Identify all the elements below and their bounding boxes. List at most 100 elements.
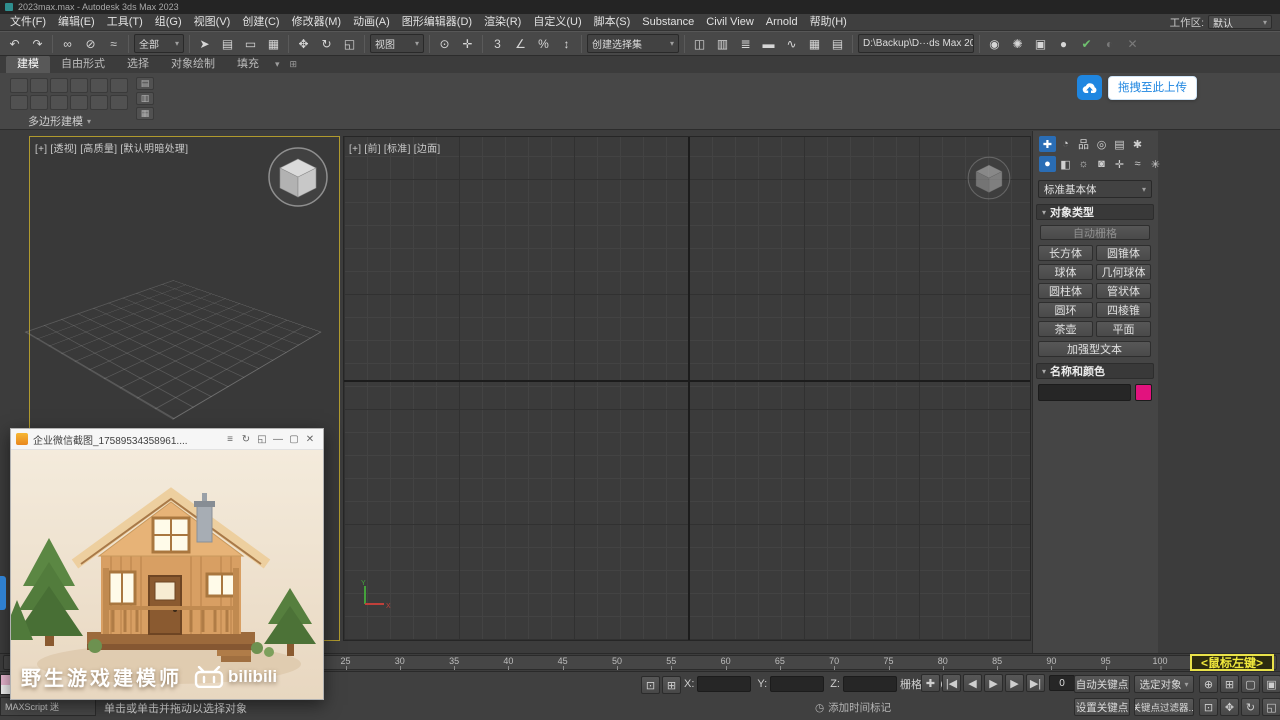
maximize-viewport-icon[interactable]: ◱ <box>1262 698 1280 716</box>
ribbon-tool-slot[interactable] <box>70 78 88 93</box>
set-key-button[interactable]: 设置关键点 <box>1074 698 1130 716</box>
window-crossing-icon[interactable]: ▦ <box>263 34 284 54</box>
toggle-ribbon-icon[interactable]: ▬ <box>758 34 779 54</box>
zoom-extents-all-icon[interactable]: ▣ <box>1262 675 1280 693</box>
ribbon-collapse-icon[interactable]: ▾ <box>270 56 285 73</box>
render-production-icon[interactable]: ● <box>1053 34 1074 54</box>
ribbon-tab[interactable]: 对象绘制 <box>160 56 226 73</box>
align-icon[interactable]: ▥ <box>712 34 733 54</box>
ribbon-tool-slot[interactable] <box>10 95 28 110</box>
select-and-rotate-icon[interactable]: ↻ <box>316 34 337 54</box>
curve-editor-icon[interactable]: ∿ <box>781 34 802 54</box>
expand-icon[interactable]: ◱ <box>254 431 270 447</box>
object-type-button[interactable]: 圆柱体 <box>1038 283 1093 299</box>
render-iterative-icon[interactable]: ◐ <box>1099 34 1120 54</box>
time-tag[interactable]: ◷ 添加时间标记 <box>815 700 891 715</box>
ribbon-tab[interactable]: 自由形式 <box>50 56 116 73</box>
go-to-end-button[interactable]: ▶| <box>1026 674 1045 692</box>
helpers-category-icon[interactable]: ✛ <box>1111 156 1128 172</box>
ribbon-side-button[interactable]: ▥ <box>136 92 154 105</box>
selection-filter-dropdown[interactable]: 全部 <box>134 34 184 53</box>
material-editor-icon[interactable]: ◉ <box>984 34 1005 54</box>
reference-coordinate-dropdown[interactable]: 视图 <box>370 34 424 53</box>
workspace-value-dropdown[interactable]: 默认 <box>1208 15 1272 30</box>
lights-category-icon[interactable]: ☼ <box>1075 156 1092 172</box>
select-and-manipulate-icon[interactable]: ✛ <box>457 34 478 54</box>
snaps-toggle-icon[interactable]: 3 <box>487 34 508 54</box>
ribbon-tool-slot[interactable] <box>110 78 128 93</box>
absolute-mode-icon[interactable]: ⊞ <box>662 676 681 694</box>
project-folder-dropdown[interactable]: D:\Backup\D···ds Max 2023 <box>858 34 974 53</box>
create-tab-icon[interactable]: ✚ <box>1039 136 1056 152</box>
select-by-name-icon[interactable]: ▤ <box>217 34 238 54</box>
object-type-button[interactable]: 长方体 <box>1038 245 1093 261</box>
render-cancel-icon[interactable]: ✕ <box>1122 34 1143 54</box>
ribbon-tool-slot[interactable] <box>110 95 128 110</box>
y-coordinate-field[interactable] <box>770 676 825 692</box>
select-and-scale-icon[interactable]: ◱ <box>339 34 360 54</box>
unlink-selection-icon[interactable]: ⊘ <box>80 34 101 54</box>
auto-key-button[interactable]: 自动关键点 <box>1074 675 1130 693</box>
viewcube[interactable] <box>266 145 330 214</box>
menu-item[interactable]: Arnold <box>760 14 804 30</box>
percent-snap-icon[interactable]: % <box>533 34 554 54</box>
ribbon-tool-slot[interactable] <box>70 95 88 110</box>
angle-snap-icon[interactable]: ∠ <box>510 34 531 54</box>
menu-item[interactable]: 修改器(M) <box>286 14 348 30</box>
viewport-perspective-label[interactable]: [+] [透视] [高质量] [默认明暗处理] <box>35 140 188 155</box>
layer-manager-icon[interactable]: ≣ <box>735 34 756 54</box>
ribbon-panel-label[interactable]: 多边形建模 <box>28 113 91 129</box>
ribbon-side-button[interactable]: ▤ <box>136 77 154 90</box>
menu-item[interactable]: 脚本(S) <box>588 14 637 30</box>
redo-icon[interactable]: ↷ <box>27 34 48 54</box>
menu-item[interactable]: 动画(A) <box>347 14 396 30</box>
menu-icon[interactable]: ≡ <box>222 431 238 447</box>
select-and-link-icon[interactable]: ∞ <box>57 34 78 54</box>
reference-image-window[interactable]: 企业微信截图_17589534358961.... ≡ ↻ ◱ — ▢ ✕ 野生… <box>10 428 324 700</box>
close-button[interactable]: ✕ <box>302 431 318 447</box>
scene-explorer-icon[interactable]: ▤ <box>827 34 848 54</box>
workspace-selector[interactable]: 工作区: 默认 <box>1170 15 1280 30</box>
render-check-icon[interactable]: ✔ <box>1076 34 1097 54</box>
menu-item[interactable]: 文件(F) <box>4 14 52 30</box>
menu-item[interactable]: Civil View <box>700 14 759 30</box>
x-coordinate-field[interactable] <box>697 676 752 692</box>
primitive-category-dropdown[interactable]: 标准基本体 <box>1038 180 1152 198</box>
viewcube-small[interactable] <box>966 155 1012 206</box>
space-warps-category-icon[interactable]: ≈ <box>1129 156 1146 172</box>
bind-to-space-warp-icon[interactable]: ≈ <box>103 34 124 54</box>
key-filters-button[interactable]: 关键点过滤器... <box>1134 698 1194 716</box>
rendered-frame-window-icon[interactable]: ▣ <box>1030 34 1051 54</box>
menu-item[interactable]: 渲染(R) <box>478 14 527 30</box>
orbit-icon[interactable]: ↻ <box>1241 698 1260 716</box>
z-coordinate-field[interactable] <box>842 676 897 692</box>
menu-item[interactable]: 组(G) <box>149 14 188 30</box>
refresh-icon[interactable]: ↻ <box>238 431 254 447</box>
use-pivot-point-icon[interactable]: ⊙ <box>434 34 455 54</box>
zoom-extents-icon[interactable]: ▢ <box>1241 675 1260 693</box>
selection-lock-icon[interactable]: ⊡ <box>641 676 660 694</box>
motion-tab-icon[interactable]: ◎ <box>1093 136 1110 152</box>
object-type-button[interactable]: 茶壶 <box>1038 321 1093 337</box>
set-keys-button[interactable]: ✚ <box>921 674 940 692</box>
ribbon-config-icon[interactable]: ⊞ <box>285 56 303 73</box>
pan-icon[interactable]: ✥ <box>1220 698 1239 716</box>
object-type-button[interactable]: 球体 <box>1038 264 1093 280</box>
object-type-button[interactable]: 管状体 <box>1096 283 1151 299</box>
menu-item[interactable]: 编辑(E) <box>52 14 101 30</box>
menu-item[interactable]: 创建(C) <box>236 14 285 30</box>
zoom-icon[interactable]: ⊕ <box>1199 675 1218 693</box>
object-color-swatch[interactable] <box>1135 384 1152 401</box>
name-color-rollout-header[interactable]: 名称和颜色 <box>1036 363 1154 379</box>
minimize-button[interactable]: — <box>270 431 286 447</box>
zoom-all-icon[interactable]: ⊞ <box>1220 675 1239 693</box>
systems-category-icon[interactable]: ✳ <box>1147 156 1164 172</box>
text-plus-button[interactable]: 加强型文本 <box>1038 341 1151 357</box>
ribbon-tab[interactable]: 填充 <box>226 56 270 73</box>
current-frame-field[interactable]: 0 <box>1049 675 1075 691</box>
menu-item[interactable]: 工具(T) <box>101 14 149 30</box>
utilities-tab-icon[interactable]: ✱ <box>1129 136 1146 152</box>
play-button[interactable]: ▶ <box>984 674 1003 692</box>
named-selection-set-dropdown[interactable]: 创建选择集 <box>587 34 679 53</box>
object-name-input[interactable] <box>1038 384 1131 401</box>
